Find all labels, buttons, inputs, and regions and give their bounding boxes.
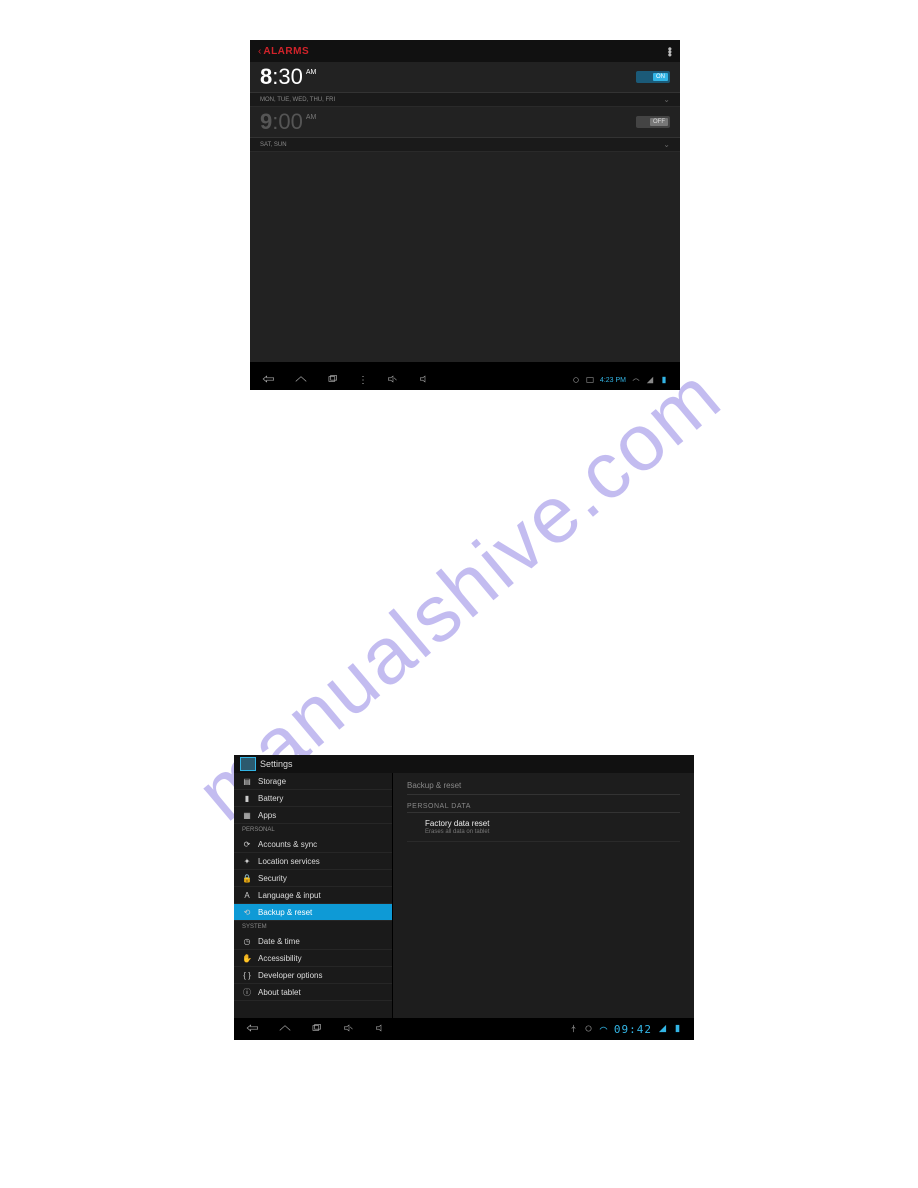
screenshot-settings: Settings ▤ Storage ▮ Battery ▦ Apps PERS… (234, 755, 694, 1040)
panel-title: Backup & reset (407, 781, 680, 795)
back-icon[interactable] (262, 371, 276, 389)
signal-icon (646, 371, 654, 389)
status-time: 4:23 PM (600, 377, 626, 384)
recent-apps-icon[interactable] (326, 371, 340, 389)
sidebar-item-developer[interactable]: { } Developer options (234, 967, 392, 984)
factory-reset-entry[interactable]: Factory data reset Erases all data on ta… (407, 813, 680, 842)
wifi-icon (632, 371, 640, 389)
back-chevron-icon[interactable]: ‹ (258, 46, 261, 57)
recent-apps-icon[interactable] (310, 1020, 324, 1038)
chevron-down-icon: ⌄ (663, 140, 670, 149)
volume-down-icon[interactable] (342, 1020, 356, 1038)
alarm-days-row[interactable]: SAT, SUN ⌄ (250, 138, 680, 152)
sidebar-item-language[interactable]: A Language & input (234, 887, 392, 904)
clock-icon: ◷ (242, 936, 252, 946)
alarm-toggle[interactable]: OFF (636, 116, 670, 128)
settings-main-panel: Backup & reset PERSONAL DATA Factory dat… (393, 773, 694, 1018)
sidebar-item-storage[interactable]: ▤ Storage (234, 773, 392, 790)
status-time: 09:42 (614, 1023, 652, 1036)
sidebar-item-accounts[interactable]: ⟳ Accounts & sync (234, 836, 392, 853)
sidebar-item-datetime[interactable]: ◷ Date & time (234, 933, 392, 950)
info-icon: ⓘ (242, 987, 252, 997)
alarm-days: SAT, SUN (260, 142, 287, 148)
dev-icon: { } (242, 970, 252, 980)
sidebar-item-security[interactable]: 🔒 Security (234, 870, 392, 887)
alarm-toggle[interactable]: ON (636, 71, 670, 83)
debug-icon (584, 1020, 593, 1038)
panel-subheader: PERSONAL DATA (407, 803, 680, 813)
lock-icon: 🔒 (242, 873, 252, 883)
sidebar-item-apps[interactable]: ▦ Apps (234, 807, 392, 824)
usb-icon (569, 1020, 578, 1038)
hand-icon: ✋ (242, 953, 252, 963)
alarm-time: 9:00 (260, 111, 303, 133)
entry-subtitle: Erases all data on tablet (425, 829, 668, 835)
signal-icon (658, 1020, 667, 1038)
settings-title: Settings (260, 759, 293, 769)
alarm-row[interactable]: 9:00 AM OFF (250, 107, 680, 138)
alarm-status-icon (572, 371, 580, 389)
alarm-ampm: AM (306, 69, 317, 76)
battery-icon (660, 371, 668, 389)
alarm-ampm: AM (306, 114, 317, 121)
sidebar-item-accessibility[interactable]: ✋ Accessibility (234, 950, 392, 967)
chevron-down-icon: ⌄ (663, 95, 670, 104)
sidebar-section-label: SYSTEM (234, 921, 392, 933)
sidebar-section-label: PERSONAL (234, 824, 392, 836)
volume-up-icon[interactable] (418, 371, 432, 389)
sync-icon: ⟳ (242, 839, 252, 849)
alarm-days-row[interactable]: MON, TUE, WED, THU, FRI ⌄ (250, 93, 680, 107)
sidebar-item-about[interactable]: ⓘ About tablet (234, 984, 392, 1001)
language-icon: A (242, 890, 252, 900)
volume-down-icon[interactable] (386, 371, 400, 389)
volume-up-icon[interactable] (374, 1020, 388, 1038)
alarm-row[interactable]: 8:30 AM ON (250, 62, 680, 93)
wifi-icon (599, 1020, 608, 1038)
settings-sidebar: ▤ Storage ▮ Battery ▦ Apps PERSONAL ⟳ Ac… (234, 773, 393, 1018)
screenshot-alarms: ‹ ALARMS ••• 8:30 AM ON MON, TUE, WED, T… (250, 40, 680, 390)
storage-icon: ▤ (242, 776, 252, 786)
alarm-time: 8:30 (260, 66, 303, 88)
screenshot-icon (586, 371, 594, 389)
nav-bar: ⋮ 4:23 PM (250, 370, 680, 390)
entry-title: Factory data reset (425, 819, 668, 828)
home-icon[interactable] (278, 1020, 292, 1038)
settings-header: Settings (234, 755, 694, 773)
location-icon: ✦ (242, 856, 252, 866)
sidebar-item-backup-reset[interactable]: ⟲ Backup & reset (234, 904, 392, 921)
alarms-title: ALARMS (263, 46, 309, 57)
battery-icon: ▮ (242, 793, 252, 803)
alarm-days: MON, TUE, WED, THU, FRI (260, 97, 335, 103)
settings-header-icon (240, 757, 256, 771)
overflow-menu-icon[interactable]: ••• (668, 47, 672, 56)
menu-icon[interactable]: ⋮ (358, 375, 368, 386)
battery-icon (673, 1020, 682, 1038)
apps-icon: ▦ (242, 810, 252, 820)
sidebar-item-location[interactable]: ✦ Location services (234, 853, 392, 870)
reset-icon: ⟲ (242, 907, 252, 917)
nav-bar: 09:42 (234, 1018, 694, 1040)
home-icon[interactable] (294, 371, 308, 389)
back-icon[interactable] (246, 1020, 260, 1038)
sidebar-item-battery[interactable]: ▮ Battery (234, 790, 392, 807)
